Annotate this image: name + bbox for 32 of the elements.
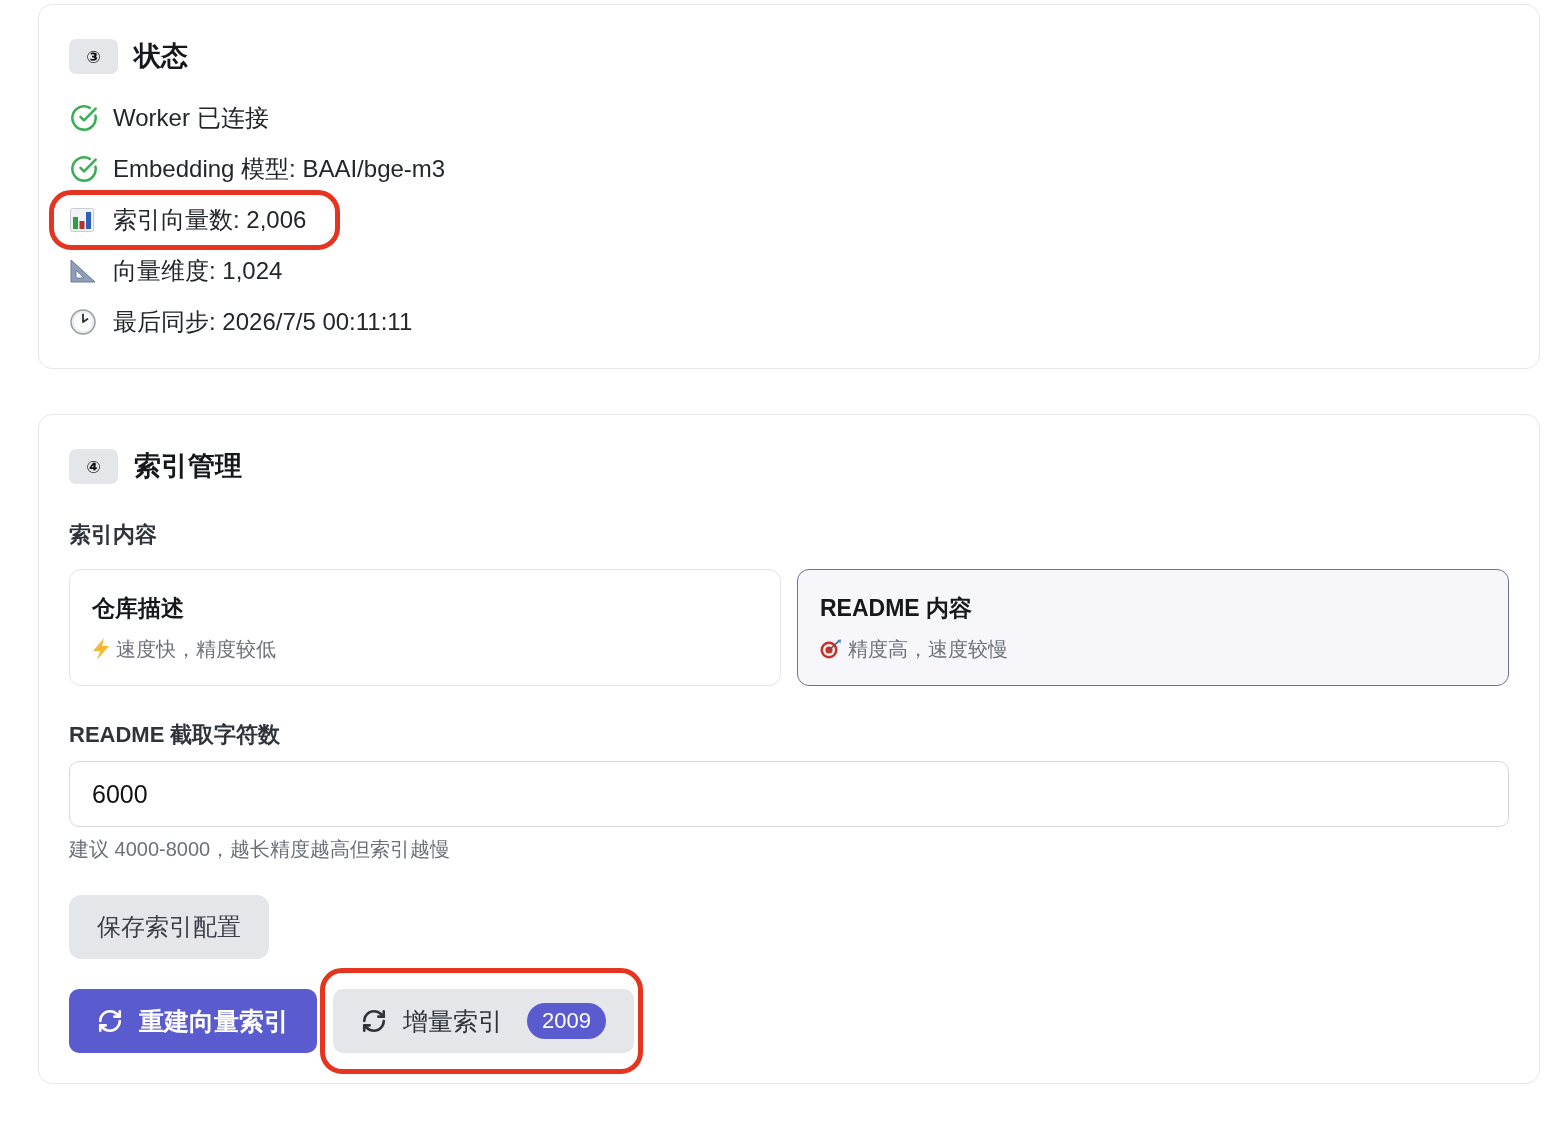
rebuild-index-button[interactable]: 重建向量索引 [69,989,317,1053]
status-text: Embedding 模型: BAAI/bge-m3 [113,154,446,184]
field-label: 索引内容 [69,521,158,549]
target-icon [820,639,842,659]
option-title: README 内容 [820,594,974,623]
status-text: 最后同步: 2026/7/5 00:11:11 [113,307,413,337]
option-title: 仓库描述 [92,594,185,623]
clock-icon [70,309,96,335]
section-title: 状态 [134,40,188,73]
readme-chars-input[interactable]: 6000 [69,761,1509,827]
lightning-icon [92,638,110,660]
option-description: 速度快，精度较低 [116,637,276,662]
status-text: 向量维度: 1,024 [113,256,283,286]
section-number: ④ [69,449,118,484]
triangle-ruler-icon [70,259,96,283]
section-number: ③ [69,39,118,74]
count-badge: 2009 [527,1003,606,1039]
refresh-icon [97,1008,123,1034]
field-hint: 建议 4000-8000，越长精度越高但索引越慢 [69,837,452,862]
check-circle-icon [70,155,98,183]
section-title: 索引管理 [134,450,242,483]
status-text: 索引向量数: 2,006 [113,205,307,235]
save-config-button[interactable]: 保存索引配置 [69,895,269,959]
check-circle-icon [70,104,98,132]
status-text: Worker 已连接 [113,103,269,133]
option-description: 精度高，速度较慢 [848,637,1008,662]
bar-chart-icon [70,208,94,232]
incremental-index-button[interactable]: 增量索引 2009 [333,989,634,1053]
option-card[interactable]: 仓库描述 速度快，精度较低 [69,569,781,686]
option-card[interactable]: README 内容 精度高，速度较慢 [797,569,1509,686]
field-label: README 截取字符数 [69,721,282,749]
refresh-icon [361,1008,387,1034]
